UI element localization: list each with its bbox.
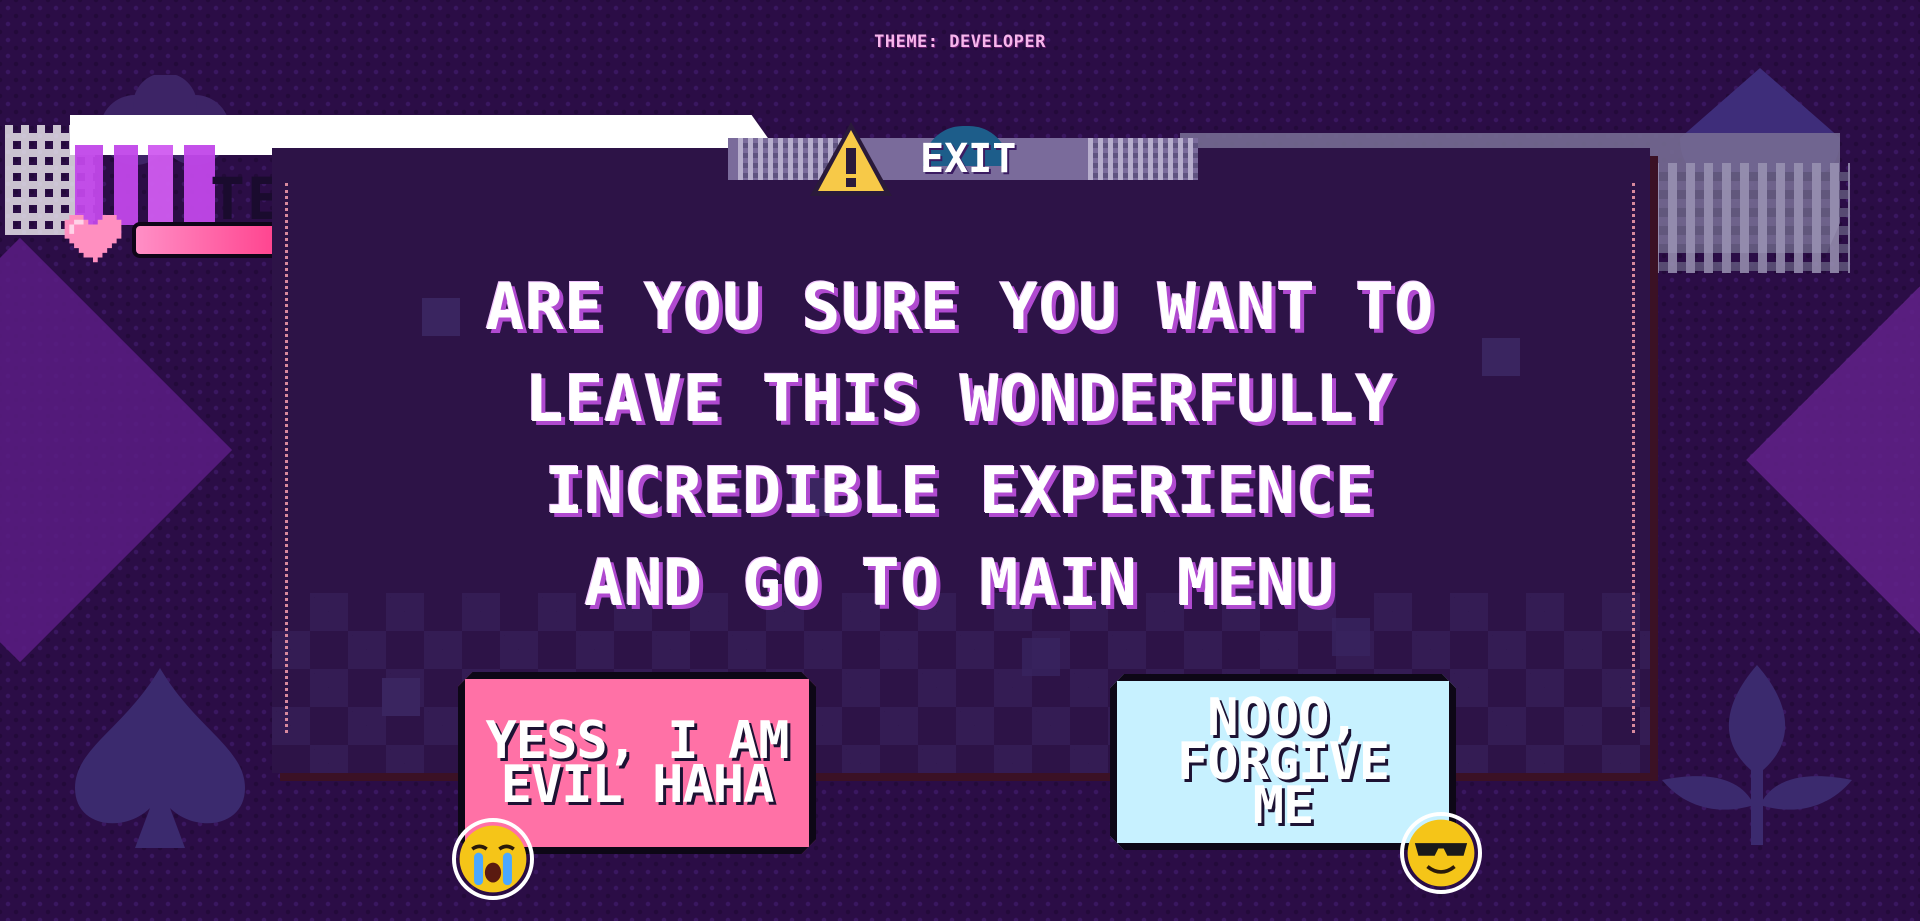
diamond-decoration-left xyxy=(0,237,233,663)
crying-face-icon xyxy=(452,818,534,900)
confirm-button-label: YESS, I AM EVIL HAHA xyxy=(485,711,789,815)
cancel-button-label: NOOO, FORGIVE ME xyxy=(1176,688,1390,836)
dialog-title: EXIT xyxy=(920,136,1017,182)
tab-glitch-right xyxy=(1088,138,1198,180)
sunglasses-face-icon xyxy=(1400,812,1482,894)
warning-triangle-icon xyxy=(810,122,892,196)
glitch-pattern xyxy=(1650,163,1850,273)
dialog-border-right xyxy=(1632,183,1635,733)
theme-label: THEME: DEVELOPER xyxy=(874,32,1046,52)
dialog-border-left xyxy=(285,183,288,733)
leaf-decoration-icon xyxy=(1662,665,1852,845)
diamond-decoration-right xyxy=(1746,276,1920,644)
dialog-message: ARE YOU SURE YOU WANT TO LEAVE THIS WOND… xyxy=(485,271,1435,621)
health-bar xyxy=(132,222,292,258)
dialog-title-tab: EXIT xyxy=(728,120,1198,196)
spade-suit-icon-bottom xyxy=(75,668,245,848)
cancel-exit-button[interactable]: NOOO, FORGIVE ME xyxy=(1110,674,1456,850)
heart-icon xyxy=(64,215,122,263)
game-screen: TE THEME: DEVELOPER EXIT ARE YOU SURE YO… xyxy=(0,0,1920,921)
game-logo xyxy=(75,145,215,225)
